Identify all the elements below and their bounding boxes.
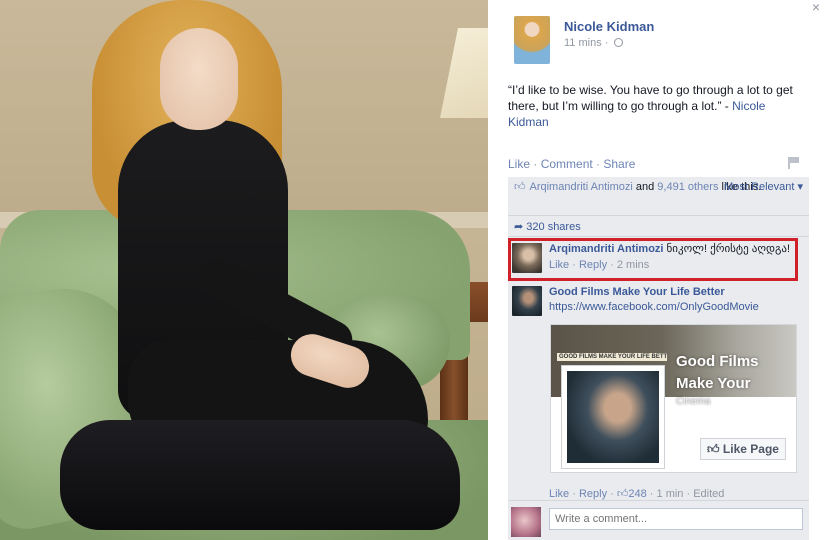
post-meta: 11 mins · — [564, 37, 624, 49]
dot-separator: · — [569, 488, 579, 500]
page-category: Cinema — [676, 396, 711, 407]
meta-separator: · — [601, 37, 612, 49]
post-actions: Like · Comment · Share — [508, 157, 808, 171]
comment-reply-link[interactable]: Reply — [579, 488, 607, 500]
dot-separator: · — [646, 488, 657, 500]
page-profile-picture[interactable] — [561, 365, 665, 469]
caret-down-icon: ▾ — [794, 181, 803, 193]
comment-link[interactable]: https://www.facebook.com/OnlyGoodMovie — [549, 300, 803, 315]
comment-time[interactable]: 1 min — [657, 488, 684, 500]
sort-dropdown[interactable]: Most Relevant ▾ — [724, 180, 803, 193]
comment-body: Good Films Make Your Life Better https:/… — [549, 285, 803, 315]
viewer-avatar — [511, 507, 541, 537]
comment-like-link[interactable]: Like — [549, 488, 569, 500]
page-title-line: Make Your — [676, 375, 751, 392]
share-arrow-icon: ➦ — [514, 221, 527, 233]
likes-and: and — [632, 181, 658, 193]
commenter-avatar[interactable] — [512, 286, 542, 316]
photo-legs — [60, 420, 460, 530]
post-time[interactable]: 11 mins — [564, 37, 602, 49]
divider — [508, 215, 809, 216]
share-link[interactable]: Share — [603, 157, 635, 171]
dot-separator: · — [607, 488, 617, 500]
thumbs-up-icon: 👍︎ — [514, 181, 526, 193]
dot-separator: · — [530, 157, 541, 171]
comment-input[interactable] — [549, 508, 803, 530]
thumbs-up-icon: 👍︎ — [616, 488, 629, 500]
globe-icon[interactable] — [614, 38, 624, 47]
like-count-value: 248 — [628, 488, 647, 500]
thumbs-up-icon: 👍︎ — [707, 442, 723, 456]
post-photo[interactable] — [0, 0, 488, 540]
like-page-label: Like Page — [722, 442, 779, 456]
comment-composer — [508, 500, 809, 540]
flag-icon[interactable] — [788, 157, 800, 169]
comment-link[interactable]: Comment — [541, 157, 593, 171]
photo-lamp — [440, 28, 488, 118]
page-title-line: Good Films — [676, 353, 759, 370]
commenter-name[interactable]: Good Films Make Your Life Better — [549, 285, 803, 300]
like-link[interactable]: Like — [508, 157, 530, 171]
photo-face — [160, 28, 238, 130]
post-text: “I’d like to be wise. You have to go thr… — [508, 82, 808, 130]
shares-row[interactable]: ➦ 320 shares — [508, 218, 587, 235]
like-page-button[interactable]: 👍︎ Like Page — [700, 438, 786, 460]
likes-others-link[interactable]: 9,491 others — [657, 181, 718, 193]
dot-separator: · — [592, 157, 604, 171]
post-panel: × Nicole Kidman 11 mins · “I’d like to b… — [488, 0, 826, 540]
page-title[interactable]: Good Films Make Your — [676, 351, 759, 395]
divider — [508, 236, 809, 237]
comment-like-count[interactable]: 👍︎248 — [617, 488, 647, 500]
shares-count: 320 shares — [526, 221, 581, 233]
highlight-box — [508, 238, 798, 281]
close-icon[interactable]: × — [812, 0, 820, 14]
ufi-section: 👍︎ Arqimandriti Antimozi and 9,491 others… — [508, 177, 809, 500]
comment-edited[interactable]: Edited — [693, 488, 724, 500]
page-profile-image — [567, 371, 659, 463]
likes-first-name[interactable]: Arqimandriti Antimozi — [530, 181, 633, 193]
comment-actions: Like · Reply · 👍︎248 · 1 min · Edited — [549, 487, 724, 500]
author-name[interactable]: Nicole Kidman — [564, 19, 654, 34]
dot-separator: · — [683, 488, 694, 500]
page-preview-card[interactable]: GOOD FILMS MAKE YOUR LIFE BETTER Good Fi… — [550, 324, 797, 473]
cover-banner: GOOD FILMS MAKE YOUR LIFE BETTER — [557, 353, 667, 361]
sort-label: Most Relevant — [724, 181, 795, 193]
author-avatar[interactable] — [514, 16, 550, 64]
